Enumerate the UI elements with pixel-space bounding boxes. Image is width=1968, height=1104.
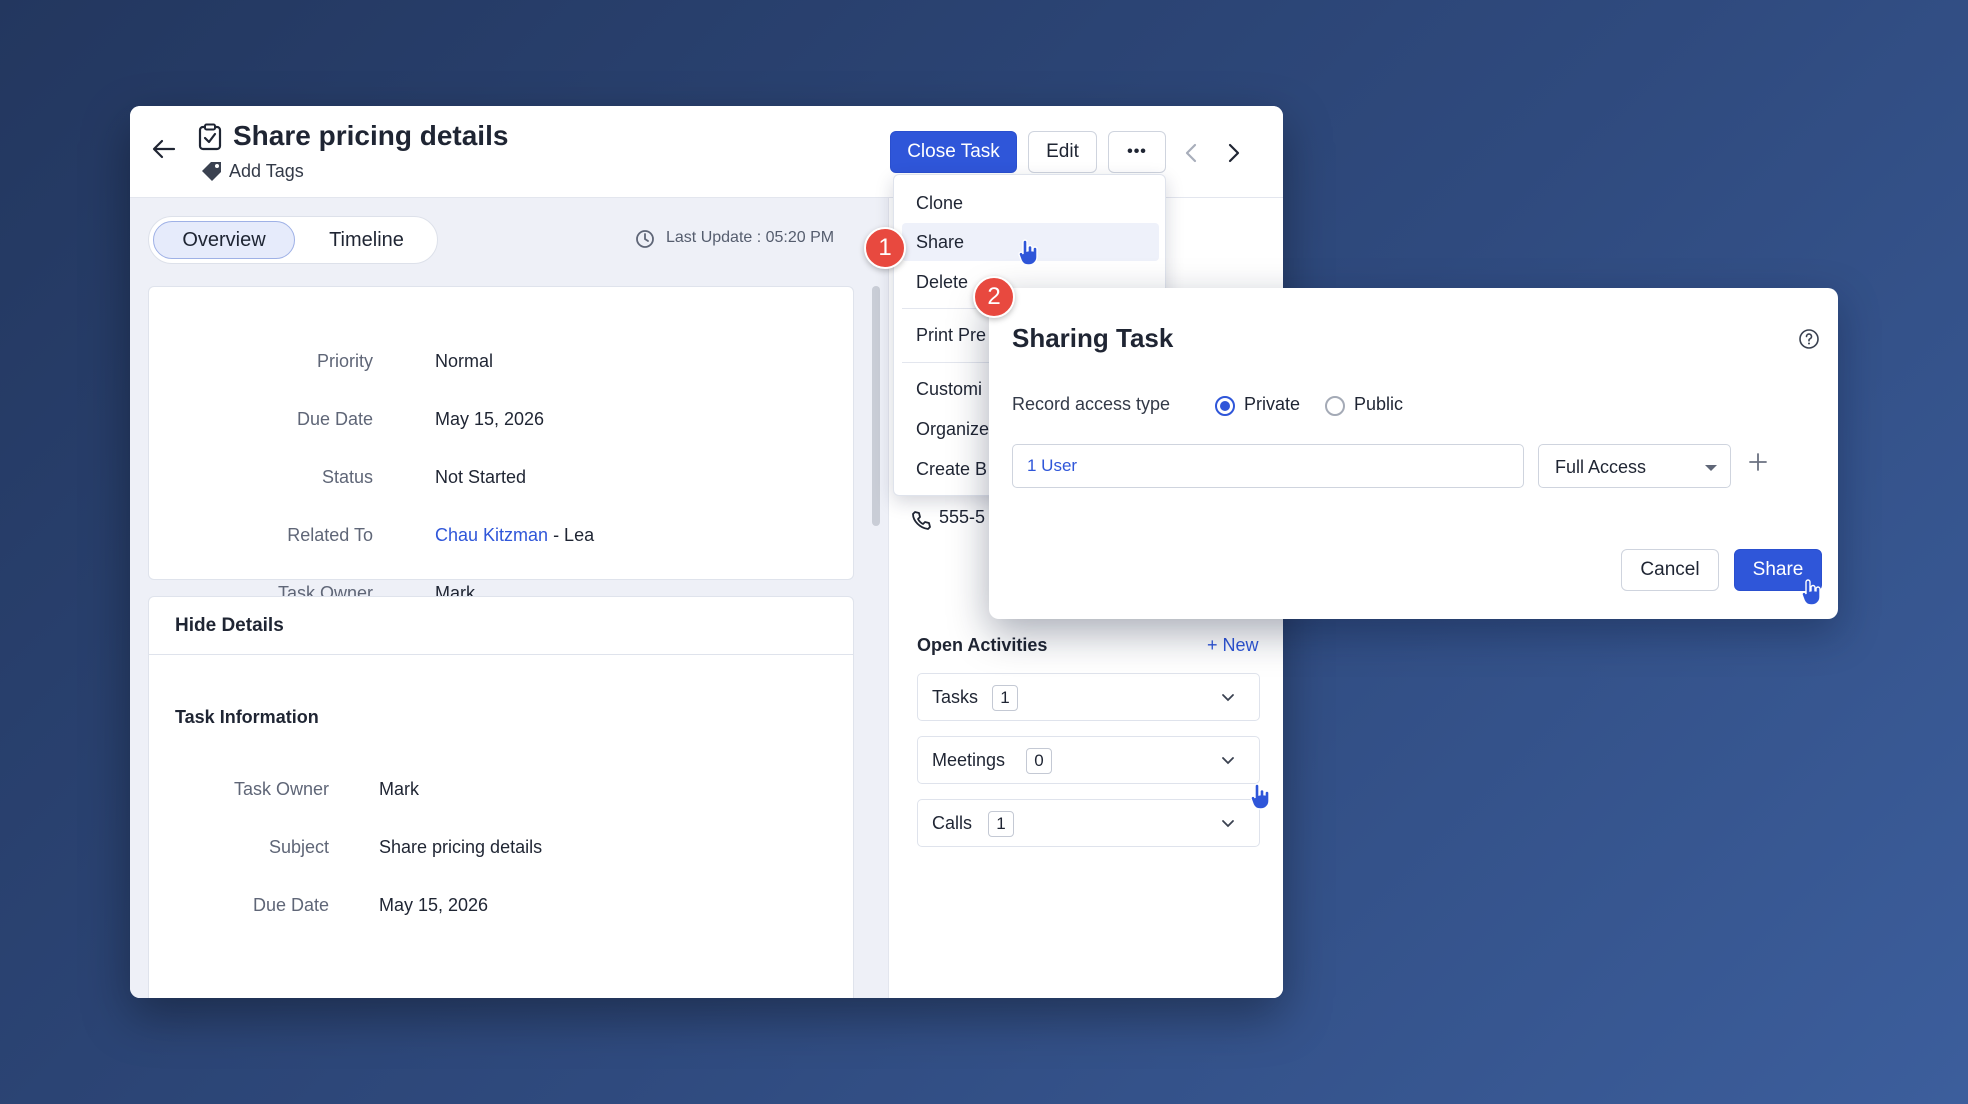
access-level-select[interactable]: Full Access [1538,444,1731,488]
chevron-down-icon[interactable] [1221,816,1235,834]
add-tags-link[interactable]: Add Tags [229,161,304,182]
menu-item-organize[interactable]: Organize [916,419,989,440]
back-arrow-icon[interactable] [152,139,176,164]
activity-count-badge: 1 [992,685,1018,711]
menu-item-print-preview[interactable]: Print Pre [916,325,986,346]
activity-label: Calls [932,813,973,833]
radio-private-label[interactable]: Private [1244,394,1300,415]
activity-label: Tasks [932,687,979,707]
next-record-chevron-icon[interactable] [1227,142,1241,169]
access-level-value: Full Access [1555,457,1647,477]
details-card-header: Hide Details [149,597,853,655]
field-label-status: Status [321,467,373,487]
clock-icon [635,229,655,254]
users-picker-input[interactable]: 1 User [1012,444,1524,488]
new-activity-link[interactable]: + New [1207,635,1259,656]
field-value-due-date: May 15, 2026 [435,409,545,429]
add-row-plus-icon[interactable] [1748,452,1768,477]
field-value-status: Not Started [435,467,527,487]
detail-label-subject: Subject [268,837,329,857]
menu-item-customize[interactable]: Customi [916,379,982,400]
scrollbar-thumb[interactable] [872,286,880,526]
detail-value-subject: Share pricing details [379,837,543,857]
menu-item-clone[interactable]: Clone [916,193,963,214]
chevron-down-icon[interactable] [1221,690,1235,708]
page-title: Share pricing details [233,120,509,151]
record-access-type-label: Record access type [1012,394,1171,414]
task-checklist-icon [198,123,222,156]
activity-count-badge: 0 [1026,748,1052,774]
detail-value-task-owner: Mark [379,779,419,799]
edit-button[interactable]: Edit [1028,131,1097,173]
hand-cursor-icon [1250,782,1272,815]
tag-icon[interactable] [200,160,224,187]
sharing-task-dialog: Sharing Task Record access type Private … [989,288,1838,619]
activity-label: Meetings [932,750,1006,770]
open-activities-heading: Open Activities [917,635,1048,655]
dialog-title: Sharing Task [1012,323,1174,353]
tab-overview[interactable]: Overview [153,221,295,259]
step-badge-2: 2 [973,276,1015,318]
hand-cursor-icon [1801,578,1823,611]
activity-row-calls[interactable]: Calls 1 [917,799,1260,847]
field-value-priority: Normal [435,351,494,371]
section-title: Task Information [175,707,319,727]
phone-icon [911,510,931,535]
view-tabs: Overview Timeline [148,216,438,264]
chevron-down-icon[interactable] [1221,753,1235,771]
more-actions-button[interactable]: ••• [1108,131,1166,173]
activity-row-tasks[interactable]: Tasks 1 [917,673,1260,721]
close-task-button[interactable]: Close Task [890,131,1017,173]
field-value-related-to: Chau Kitzman - Lea [435,525,603,546]
radio-private[interactable] [1215,396,1235,416]
menu-item-create[interactable]: Create B [916,459,987,480]
cancel-button[interactable]: Cancel [1621,549,1719,591]
radio-public[interactable] [1325,396,1345,416]
details-card: Hide Details Task Information Task Owner… [148,596,854,998]
caret-down-icon [1705,465,1717,471]
field-label-priority: Priority [316,351,373,371]
contact-phone[interactable]: 555-5 [939,507,985,528]
last-update-text: Last Update : 05:20 PM [666,229,835,246]
menu-item-share[interactable]: Share [916,232,964,253]
activity-count-badge: 1 [988,811,1014,837]
menu-item-delete[interactable]: Delete [916,272,968,293]
detail-label-task-owner: Task Owner [233,779,329,799]
field-label-related-to: Related To [287,525,373,545]
previous-record-chevron-icon[interactable] [1184,142,1198,169]
activity-row-meetings[interactable]: Meetings 0 [917,736,1260,784]
tab-timeline[interactable]: Timeline [299,221,434,259]
detail-label-due-date: Due Date [252,895,329,915]
detail-value-due-date: May 15, 2026 [379,895,489,915]
summary-card: Priority Normal Due Date May 15, 2026 St… [148,286,854,603]
help-icon[interactable] [1798,328,1820,355]
step-badge-1: 1 [864,227,906,269]
hand-cursor-icon [1018,238,1040,271]
related-to-link[interactable]: Chau Kitzman [435,525,548,545]
field-label-due-date: Due Date [296,409,373,429]
related-to-module: - Lea [548,525,595,545]
hide-details-toggle[interactable]: Hide Details [175,615,284,637]
radio-public-label[interactable]: Public [1354,394,1403,415]
